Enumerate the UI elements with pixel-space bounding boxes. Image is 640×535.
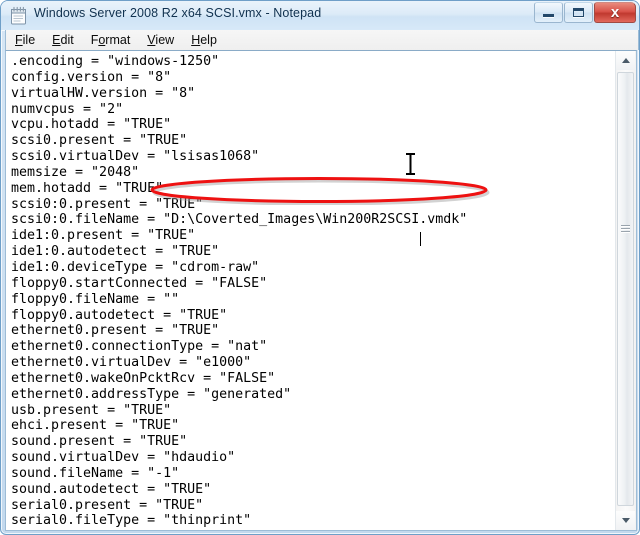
maximize-icon bbox=[565, 3, 592, 22]
menu-item-help[interactable]: Help bbox=[188, 32, 220, 48]
scroll-up-button[interactable] bbox=[616, 51, 635, 70]
code-line: ethernet0.virtualDev = "e1000" bbox=[11, 355, 252, 371]
code-line: serial0.fileType = "thinprint" bbox=[11, 513, 252, 529]
menu-item-view[interactable]: View bbox=[144, 32, 177, 48]
notepad-icon bbox=[10, 6, 27, 25]
text-caret bbox=[420, 232, 421, 246]
code-line: numvcpus = "2" bbox=[11, 101, 124, 117]
window-title: Windows Server 2008 R2 x64 SCSI.vmx - No… bbox=[34, 6, 322, 20]
code-line: scsi0.present = "TRUE" bbox=[11, 133, 188, 149]
code-line: usb.present = "TRUE" bbox=[11, 402, 172, 418]
code-line: ethernet0.present = "TRUE" bbox=[11, 323, 220, 339]
code-line: memsize = "2048" bbox=[11, 164, 140, 180]
code-line: ide1:0.present = "TRUE" bbox=[11, 228, 196, 244]
code-line: ethernet0.connectionType = "nat" bbox=[11, 339, 268, 355]
scrollbar-grip-icon bbox=[621, 225, 630, 234]
notepad-window: Windows Server 2008 R2 x64 SCSI.vmx - No… bbox=[0, 0, 640, 535]
chevron-up-icon bbox=[621, 58, 630, 63]
menu-item-format[interactable]: Format bbox=[88, 32, 134, 48]
chevron-down-icon bbox=[621, 518, 630, 523]
code-line: pciBridge0.present = "TRUE" bbox=[11, 529, 616, 530]
code-line: ethernet0.addressType = "generated" bbox=[11, 386, 292, 402]
text-editor[interactable]: .encoding = "windows-1250" config.version… bbox=[6, 51, 616, 530]
code-line: config.version = "8" bbox=[11, 69, 172, 85]
code-line: vcpu.hotadd = "TRUE" bbox=[11, 117, 172, 133]
code-line: scsi0.virtualDev = "lsisas1068" bbox=[11, 149, 260, 165]
minimize-button[interactable] bbox=[534, 2, 563, 23]
code-line: serial0.present = "TRUE" bbox=[11, 497, 204, 513]
code-line: ide1:0.deviceType = "cdrom-raw" bbox=[11, 259, 260, 275]
code-line: ethernet0.wakeOnPcktRcv = "FALSE" bbox=[11, 370, 276, 386]
close-button[interactable]: x bbox=[594, 2, 636, 23]
vertical-scrollbar[interactable] bbox=[615, 51, 636, 530]
code-line: floppy0.fileName = "" bbox=[11, 291, 180, 307]
code-line: sound.present = "TRUE" bbox=[11, 434, 188, 450]
menu-bar: File Edit Format View Help bbox=[5, 30, 639, 50]
code-line: ide1:0.autodetect = "TRUE" bbox=[11, 244, 220, 260]
editor-frame: .encoding = "windows-1250" config.version… bbox=[5, 50, 637, 531]
code-line: floppy0.autodetect = "TRUE" bbox=[11, 307, 228, 323]
code-line: mem.hotadd = "TRUE" bbox=[11, 180, 164, 196]
code-line: sound.autodetect = "TRUE" bbox=[11, 481, 212, 497]
code-line: sound.virtualDev = "hdaudio" bbox=[11, 450, 236, 466]
code-line: scsi0:0.present = "TRUE" bbox=[11, 196, 204, 212]
code-line: floppy0.startConnected = "FALSE" bbox=[11, 275, 268, 291]
close-icon: x bbox=[610, 4, 620, 21]
menu-item-file[interactable]: File bbox=[12, 32, 38, 48]
scrollbar-thumb[interactable] bbox=[617, 72, 634, 506]
title-bar[interactable]: Windows Server 2008 R2 x64 SCSI.vmx - No… bbox=[1, 1, 639, 31]
code-line: .encoding = "windows-1250" bbox=[11, 54, 220, 69]
code-line: sound.fileName = "-1" bbox=[11, 465, 180, 481]
maximize-button[interactable] bbox=[564, 2, 593, 23]
code-line: virtualHW.version = "8" bbox=[11, 85, 196, 101]
code-line: scsi0:0.fileName = "D:\Coverted_Images\W… bbox=[11, 212, 468, 228]
code-line: ehci.present = "TRUE" bbox=[11, 418, 180, 434]
menu-item-edit[interactable]: Edit bbox=[49, 32, 77, 48]
scroll-down-button[interactable] bbox=[616, 511, 635, 530]
minimize-icon bbox=[535, 3, 562, 22]
